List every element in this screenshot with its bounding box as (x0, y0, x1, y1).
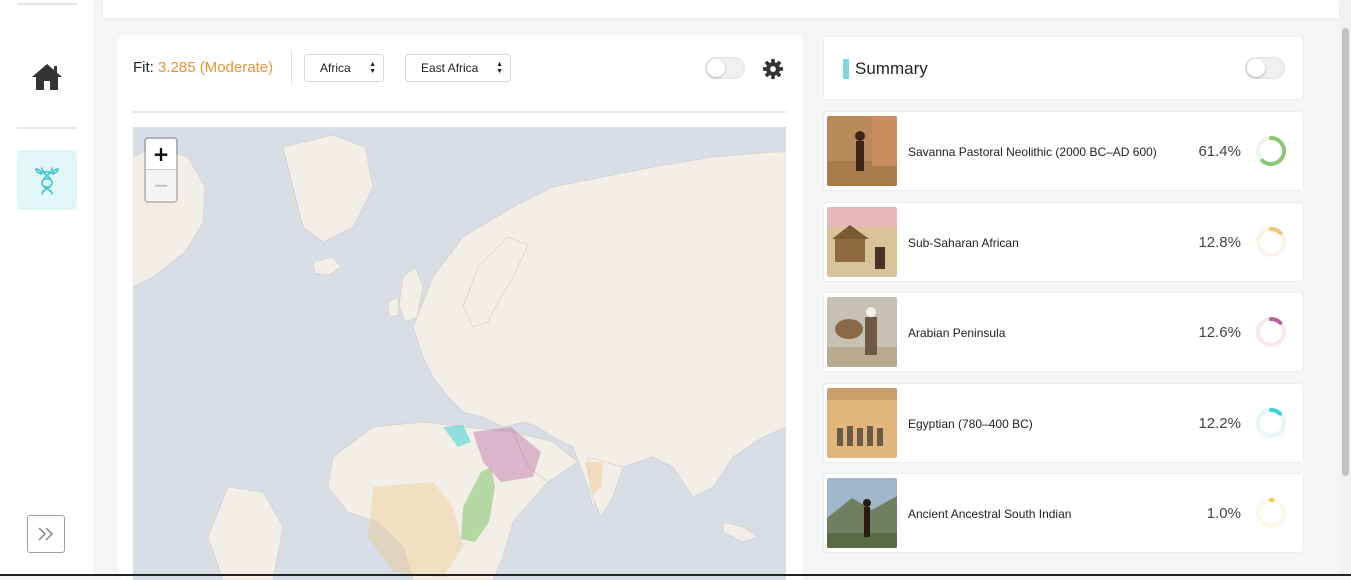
map-toggle[interactable] (705, 57, 745, 79)
population-name: Savanna Pastoral Neolithic (2000 BC–AD 6… (908, 145, 1157, 159)
fit-value: 3.285 (Moderate) (158, 59, 274, 76)
population-thumbnail (827, 478, 897, 548)
population-row[interactable]: Savanna Pastoral Neolithic (2000 BC–AD 6… (823, 111, 1304, 191)
percent-ring (1256, 408, 1286, 438)
home-icon (32, 64, 62, 90)
population-name: Arabian Peninsula (908, 326, 1006, 340)
scrollbar-thumb[interactable] (1342, 28, 1349, 476)
population-thumbnail (827, 297, 897, 367)
summary-accent-bar (843, 59, 849, 79)
population-thumbnail (827, 116, 897, 186)
population-thumbnail (827, 207, 897, 277)
region-select-value: Africa (320, 61, 351, 75)
summary-title: Summary (855, 59, 928, 78)
percent-ring (1256, 136, 1286, 166)
region-select[interactable]: Africa ▲ ▼ (304, 54, 384, 82)
subregion-select[interactable]: East Africa ▲ ▼ (405, 54, 511, 82)
summary-header: Summary (823, 36, 1304, 100)
gear-icon (762, 58, 783, 79)
population-name: Sub-Saharan African (908, 236, 1019, 250)
sidebar-divider (17, 3, 77, 5)
fit-score: Fit: 3.285 (Moderate) (133, 59, 273, 76)
sidebar (0, 0, 93, 576)
population-percent: 1.0% (1206, 505, 1241, 522)
expand-sidebar-button[interactable] (27, 515, 65, 553)
home-button[interactable] (27, 57, 67, 97)
zoom-in-button[interactable]: + (146, 139, 176, 170)
world-map[interactable]: + − (133, 127, 786, 580)
map-panel: Fit: 3.285 (Moderate) Africa ▲ ▼ East Afr… (118, 35, 803, 580)
population-percent: 12.8% (1198, 234, 1241, 251)
subregion-select-value: East Africa (421, 61, 479, 75)
page-scrollbar[interactable] (1340, 0, 1351, 576)
toolbar-separator (133, 111, 786, 113)
population-row[interactable]: Sub-Saharan African 12.8% (823, 202, 1304, 282)
sort-arrows-icon: ▲ ▼ (496, 61, 503, 75)
zoom-control: + − (144, 137, 178, 203)
expand-chevrons-icon (38, 527, 54, 541)
population-row[interactable]: Egyptian (780–400 BC) 12.2% (823, 383, 1304, 463)
toggle-knob (707, 59, 725, 77)
percent-ring (1256, 317, 1286, 347)
summary-toggle[interactable] (1245, 57, 1285, 79)
sidebar-divider (17, 127, 77, 129)
population-row[interactable]: Arabian Peninsula 12.6% (823, 292, 1304, 372)
top-bar (103, 0, 1339, 18)
sort-arrows-icon: ▲ ▼ (369, 61, 376, 75)
population-percent: 61.4% (1198, 143, 1241, 160)
percent-ring (1256, 498, 1286, 528)
population-name: Ancient Ancestral South Indian (908, 507, 1072, 521)
population-thumbnail (827, 388, 897, 458)
toggle-knob (1247, 59, 1265, 77)
percent-ring (1256, 227, 1286, 257)
map-tiles (133, 127, 786, 580)
toolbar-divider (291, 50, 292, 84)
zoom-out-button[interactable]: − (146, 170, 176, 200)
settings-button[interactable] (759, 55, 786, 82)
dna-plant-icon (35, 167, 59, 195)
population-name: Egyptian (780–400 BC) (908, 417, 1033, 431)
population-row[interactable]: Ancient Ancestral South Indian 1.0% (823, 473, 1304, 553)
population-percent: 12.2% (1198, 415, 1241, 432)
population-percent: 12.6% (1198, 324, 1241, 341)
sidebar-item-ancestry[interactable] (17, 150, 77, 210)
fit-label: Fit: (133, 59, 154, 76)
